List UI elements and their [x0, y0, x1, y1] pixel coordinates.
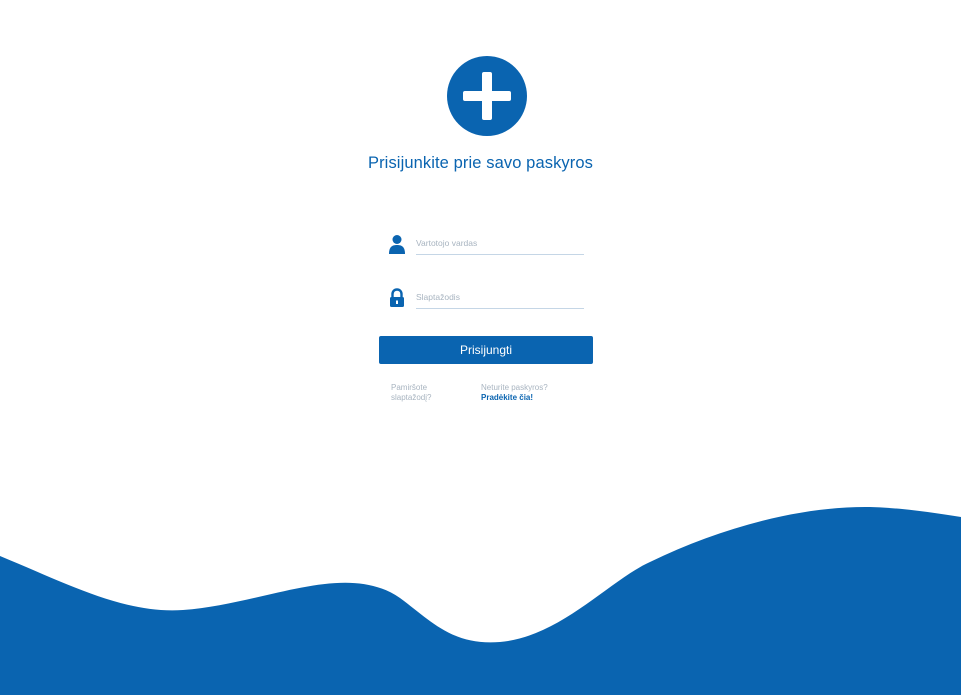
sign-up-link[interactable]: Pradėkite čia! [481, 393, 533, 403]
username-field [388, 232, 584, 256]
plus-circle-icon [447, 56, 527, 136]
login-page: Prisijunkite prie savo paskyros Prisijun… [0, 0, 961, 695]
page-title: Prisijunkite prie savo paskyros [367, 154, 594, 172]
lock-icon [390, 288, 404, 307]
user-icon [389, 235, 405, 254]
password-field [388, 286, 584, 310]
username-input[interactable] [416, 232, 584, 255]
login-button[interactable]: Prisijungti [379, 336, 593, 364]
password-input[interactable] [416, 286, 584, 309]
no-account-text: Neturite paskyros? [481, 383, 548, 392]
forgot-password-link[interactable]: Pamiršote slaptažodį? [391, 383, 451, 403]
